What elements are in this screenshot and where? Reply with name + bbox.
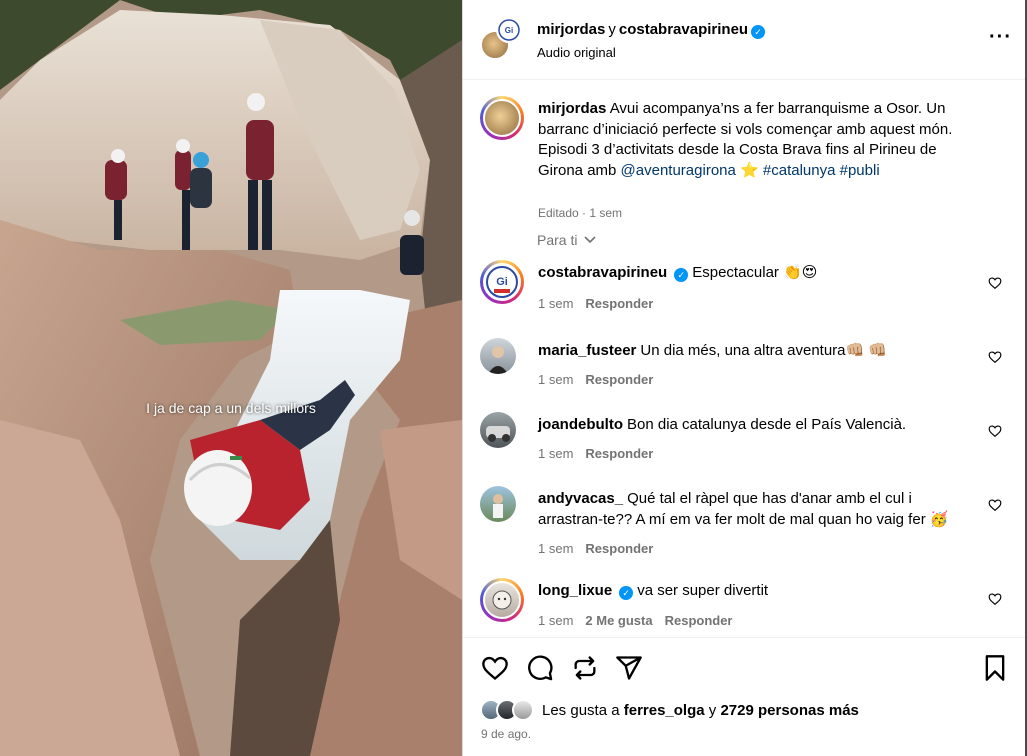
comment-meta: 1 sem Responder: [538, 372, 665, 387]
verified-badge-icon: ✓: [674, 268, 689, 282]
chevron-down-icon: [584, 236, 596, 244]
comment-body: Espectacular 👏😍: [692, 264, 818, 281]
reply-button[interactable]: Responder: [585, 296, 653, 311]
comment-body: Un dia més, una altra aventura👊🏼 👊🏼: [640, 342, 888, 359]
comment-time: 1 sem: [538, 372, 574, 387]
like-comment-heart-icon[interactable]: [988, 350, 1002, 364]
likes-conj: y: [708, 702, 717, 719]
comment-username[interactable]: andyvacas_: [538, 490, 623, 507]
post-date: 9 de ago.: [481, 727, 532, 741]
repost-icon[interactable]: [571, 654, 599, 682]
comment-text: andyvacas_ Qué tal el ràpel que has d'ana…: [538, 488, 958, 530]
reply-button[interactable]: Responder: [585, 541, 653, 556]
comment-likes-count[interactable]: 2 Me gusta: [585, 613, 652, 628]
caption-username[interactable]: mirjordas: [538, 100, 606, 117]
comment-meta: 1 sem Responder: [538, 296, 665, 311]
comment-username[interactable]: costabravapirineu: [538, 264, 667, 281]
comment-avatar[interactable]: [480, 412, 516, 448]
liker-username[interactable]: ferres_olga: [624, 702, 705, 719]
comment-time: 1 sem: [538, 296, 574, 311]
save-bookmark-icon[interactable]: [981, 654, 1009, 682]
like-comment-heart-icon[interactable]: [988, 276, 1002, 290]
like-comment-heart-icon[interactable]: [988, 424, 1002, 438]
comment-body: va ser super divertit: [637, 582, 769, 599]
likes-count[interactable]: 2729 personas más: [720, 702, 858, 719]
user-photo-icon: [492, 590, 512, 610]
share-send-icon[interactable]: [615, 654, 643, 682]
sort-label: Para ti: [537, 232, 578, 248]
hashtag-catalunya[interactable]: #catalunya: [763, 162, 836, 179]
svg-text:Gi: Gi: [505, 26, 513, 35]
verified-badge-icon: ✓: [751, 25, 766, 39]
post-actions: Les gusta a ferres_olga y 2729 personas …: [463, 637, 1026, 756]
mention-link[interactable]: @aventuragirona: [621, 162, 736, 179]
svg-text:Gi: Gi: [496, 276, 508, 288]
likes-summary[interactable]: Les gusta a ferres_olga y 2729 personas …: [480, 699, 980, 723]
post-media[interactable]: I ja de cap a un dels millors: [0, 0, 462, 756]
star-emoji: ⭐: [740, 161, 759, 179]
like-comment-heart-icon[interactable]: [988, 498, 1002, 512]
comment-avatar[interactable]: Gi: [480, 260, 524, 304]
comment-avatar[interactable]: [480, 578, 524, 622]
user-photo-icon: [486, 426, 510, 442]
avatar-costabravapirineu[interactable]: Gi: [496, 17, 522, 43]
post-header: Gi mirjordas y costabravapirineu ✓ Audio or…: [463, 0, 1026, 80]
comment-text: costabravapirineu ✓ Espectacular 👏😍: [538, 262, 958, 283]
comment-text: long_lixue ✓ va ser super divertit: [538, 580, 958, 601]
user-photo-icon: [488, 346, 508, 374]
comment-meta: 1 sem 2 Me gusta Responder: [538, 613, 745, 628]
reply-button[interactable]: Responder: [585, 372, 653, 387]
caption-avatar[interactable]: [480, 96, 524, 140]
hashtag-publi[interactable]: #publi: [840, 162, 880, 179]
comment-username[interactable]: long_lixue: [538, 582, 612, 599]
liker-avatar: [512, 699, 534, 721]
header-user2[interactable]: costabravapirineu: [619, 21, 748, 38]
like-comment-heart-icon[interactable]: [988, 592, 1002, 606]
audio-link[interactable]: Audio original: [537, 45, 616, 60]
likes-prefix: Les gusta a: [542, 702, 620, 719]
canyon-photo: [0, 0, 462, 756]
comment-time: 1 sem: [538, 613, 574, 628]
header-conjunction: y: [608, 21, 616, 38]
comment-time: 1 sem: [538, 541, 574, 556]
more-horizontal-icon[interactable]: ···: [989, 26, 1012, 49]
verified-badge-icon: ✓: [619, 586, 634, 600]
reply-button[interactable]: Responder: [585, 446, 653, 461]
reply-button[interactable]: Responder: [665, 613, 733, 628]
comment-username[interactable]: maria_fusteer: [538, 342, 636, 359]
likes-text: Les gusta a ferres_olga y 2729 personas …: [542, 702, 859, 719]
comment-time: 1 sem: [538, 446, 574, 461]
comment-username[interactable]: joandebulto: [538, 416, 623, 433]
gi-logo-icon: Gi: [498, 19, 520, 41]
comment-text: maria_fusteer Un dia més, una altra avent…: [538, 340, 958, 361]
header-users: mirjordas y costabravapirineu ✓: [537, 21, 766, 39]
like-heart-icon[interactable]: [481, 654, 509, 682]
comments-list[interactable]: mirjordas Avui acompanya’ns a fer barran…: [463, 80, 1026, 636]
header-user1[interactable]: mirjordas: [537, 21, 605, 38]
post-panel: Gi mirjordas y costabravapirineu ✓ Audio or…: [462, 0, 1027, 756]
comment-bubble-icon[interactable]: [526, 654, 554, 682]
caption-text: mirjordas Avui acompanya’ns a fer barran…: [538, 99, 978, 181]
comment-meta: 1 sem Responder: [538, 446, 665, 461]
sort-dropdown[interactable]: Para ti: [537, 232, 597, 248]
comment-avatar[interactable]: [480, 486, 516, 522]
user-photo-icon: [493, 494, 503, 518]
comment-text: joandebulto Bon dia catalunya desde el Pa…: [538, 414, 958, 435]
gi-logo-icon: Gi: [486, 266, 518, 298]
comment-body: Bon dia catalunya desde el País Valencià…: [627, 416, 907, 433]
caption-edited: Editado · 1 sem: [538, 206, 623, 220]
comment-meta: 1 sem Responder: [538, 541, 665, 556]
comment-avatar[interactable]: [480, 338, 516, 374]
video-caption: I ja de cap a un dels millors: [146, 400, 316, 416]
